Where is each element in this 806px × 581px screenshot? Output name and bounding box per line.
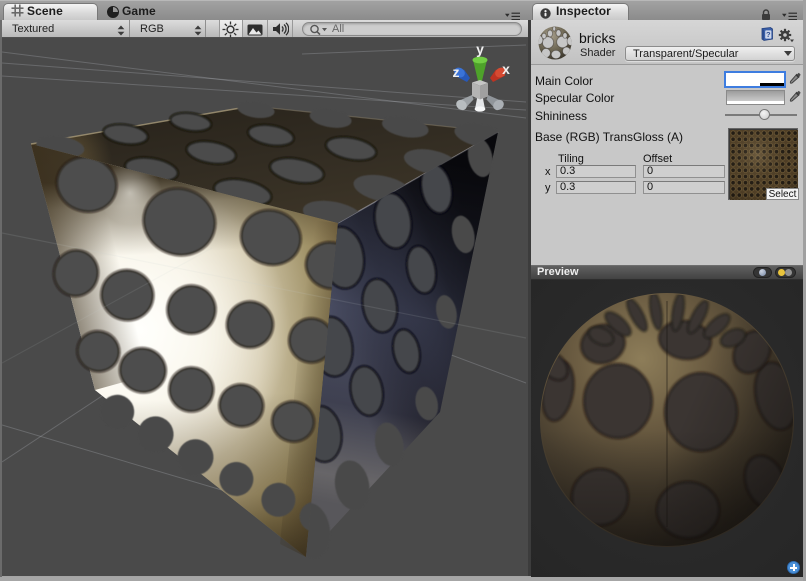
svg-text:y: y xyxy=(476,41,484,57)
svg-text:z: z xyxy=(453,64,460,80)
svg-text:x: x xyxy=(502,61,510,77)
svg-text:?: ? xyxy=(766,30,771,39)
